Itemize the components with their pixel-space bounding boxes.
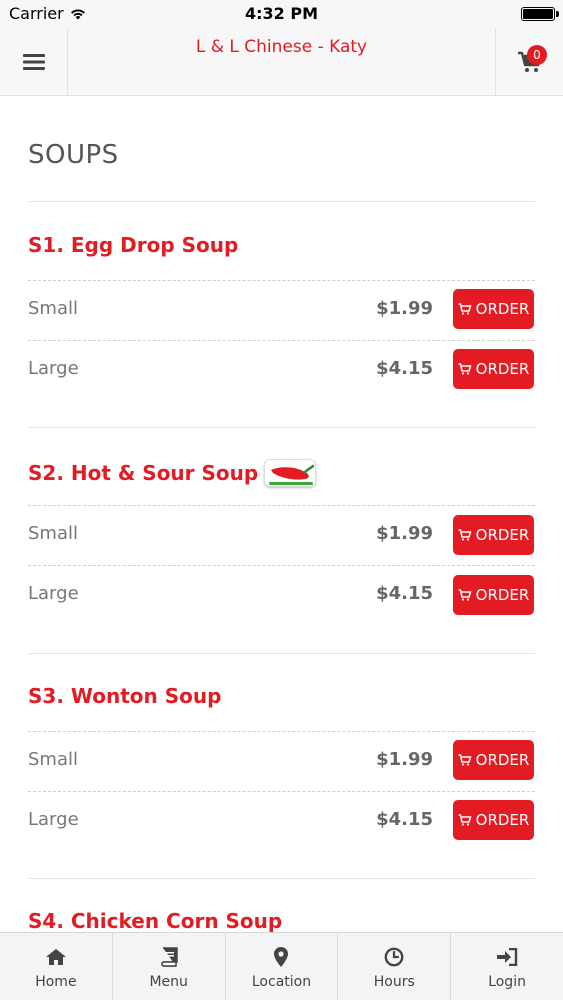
tab-label: Location xyxy=(251,974,312,990)
home-icon xyxy=(45,946,67,968)
order-button[interactable]: ORDER xyxy=(453,575,534,615)
price: $4.15 xyxy=(376,358,433,379)
tab-label: Hours xyxy=(373,974,415,990)
cart-add-icon xyxy=(458,529,472,541)
menu-item-title: S1. Egg Drop Soup xyxy=(28,233,238,257)
clock-icon xyxy=(384,946,404,968)
tab-label: Login xyxy=(488,974,526,990)
order-button-label: ORDER xyxy=(475,526,530,544)
order-button-label: ORDER xyxy=(475,360,530,378)
section-divider xyxy=(28,201,535,202)
spicy-pepper-icon xyxy=(264,459,317,487)
price: $1.99 xyxy=(376,749,433,770)
size-label: Small xyxy=(28,749,78,770)
size-label: Small xyxy=(28,298,78,319)
dotted-divider xyxy=(28,280,535,281)
menu-item-name: S3. Wonton Soup xyxy=(28,684,222,708)
order-button[interactable]: ORDER xyxy=(453,289,534,329)
order-button-label: ORDER xyxy=(475,300,530,318)
book-icon xyxy=(160,946,178,968)
tab-menu[interactable]: Menu xyxy=(113,933,226,1000)
size-label: Large xyxy=(28,583,79,604)
order-button-label: ORDER xyxy=(475,751,530,769)
order-button[interactable]: ORDER xyxy=(453,349,534,389)
order-button-label: ORDER xyxy=(475,811,530,829)
tab-login[interactable]: Login xyxy=(451,933,563,1000)
dotted-divider xyxy=(28,731,535,732)
menu-button[interactable] xyxy=(0,28,68,95)
price: $1.99 xyxy=(376,298,433,319)
order-button[interactable]: ORDER xyxy=(453,740,534,780)
size-label: Large xyxy=(28,809,79,830)
item-divider xyxy=(28,427,535,428)
status-bar: Carrier 4:32 PM xyxy=(0,0,563,28)
menu-item-name: S2. Hot & Sour Soup xyxy=(28,461,259,485)
status-time: 4:32 PM xyxy=(244,4,318,23)
section-title: SOUPS xyxy=(28,140,119,170)
menu-item-name: S4. Chicken Corn Soup xyxy=(28,909,283,932)
map-pin-icon xyxy=(274,946,289,968)
menu-item-title: S4. Chicken Corn Soup xyxy=(28,909,282,932)
cart-add-icon xyxy=(458,814,472,826)
dotted-divider xyxy=(28,340,535,341)
cart-add-icon xyxy=(458,754,472,766)
battery-icon xyxy=(521,7,559,21)
app-title: L & L Chinese - Katy xyxy=(195,37,368,57)
menu-item-name: S1. Egg Drop Soup xyxy=(28,233,239,257)
order-button[interactable]: ORDER xyxy=(453,515,534,555)
tab-location[interactable]: Location xyxy=(226,933,339,1000)
hamburger-icon xyxy=(22,53,45,70)
menu-content[interactable]: SOUPS S1. Egg Drop Soup Small $1.99 ORDE… xyxy=(0,97,563,932)
order-button[interactable]: ORDER xyxy=(453,800,534,840)
price: $4.15 xyxy=(376,809,433,830)
tab-hours[interactable]: Hours xyxy=(338,933,452,1000)
app-header: L & L Chinese - Katy 0 xyxy=(0,28,563,96)
dotted-divider xyxy=(28,565,535,566)
menu-item-title: S2. Hot & Sour Soup xyxy=(28,459,317,487)
cart-add-icon xyxy=(458,589,472,601)
tab-label: Menu xyxy=(149,974,188,990)
order-button-label: ORDER xyxy=(475,586,530,604)
cart-button[interactable]: 0 xyxy=(495,28,563,95)
menu-item-title: S3. Wonton Soup xyxy=(28,684,221,708)
price: $4.15 xyxy=(376,583,433,604)
dotted-divider xyxy=(28,791,535,792)
cart-add-icon xyxy=(458,363,472,375)
size-label: Large xyxy=(28,358,79,379)
cart-add-icon xyxy=(458,303,472,315)
cart-count-badge: 0 xyxy=(527,45,547,65)
login-icon xyxy=(496,946,518,968)
price: $1.99 xyxy=(376,523,433,544)
dotted-divider xyxy=(28,505,535,506)
item-divider xyxy=(28,878,535,879)
tab-label: Home xyxy=(35,974,77,990)
size-label: Small xyxy=(28,523,78,544)
bottom-tab-bar: Home Menu Location Hours Login xyxy=(0,932,563,1000)
tab-home[interactable]: Home xyxy=(0,933,113,1000)
item-divider xyxy=(28,653,535,654)
